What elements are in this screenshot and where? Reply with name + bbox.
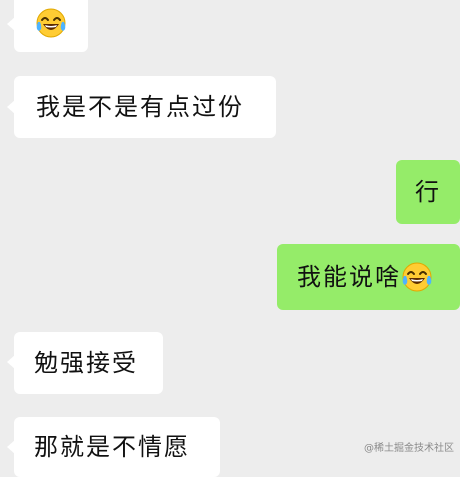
message-bubble-outgoing[interactable]: 行 xyxy=(396,160,460,224)
message-bubble-outgoing[interactable]: 我能说啥 xyxy=(277,244,460,310)
message-bubble-incoming[interactable]: 我是不是有点过份 xyxy=(14,76,276,138)
message-text: 行 xyxy=(415,178,441,206)
face-with-tears-of-joy-icon xyxy=(35,7,67,39)
message-text: 那就是不情愿 xyxy=(34,433,190,461)
message-text: 我能说啥 xyxy=(297,263,401,291)
message-bubble-incoming[interactable]: 勉强接受 xyxy=(14,332,163,394)
chat-message-list: 我是不是有点过份 行 我能说啥 勉强接受 那就是不情愿 @稀土掘金技术社区 xyxy=(0,0,460,477)
message-bubble-incoming[interactable] xyxy=(14,0,88,52)
message-bubble-incoming[interactable]: 那就是不情愿 xyxy=(14,417,220,477)
message-text: 勉强接受 xyxy=(34,349,138,377)
watermark: @稀土掘金技术社区 xyxy=(364,443,454,454)
face-with-tears-of-joy-icon xyxy=(401,261,433,293)
message-text: 我是不是有点过份 xyxy=(36,93,244,121)
